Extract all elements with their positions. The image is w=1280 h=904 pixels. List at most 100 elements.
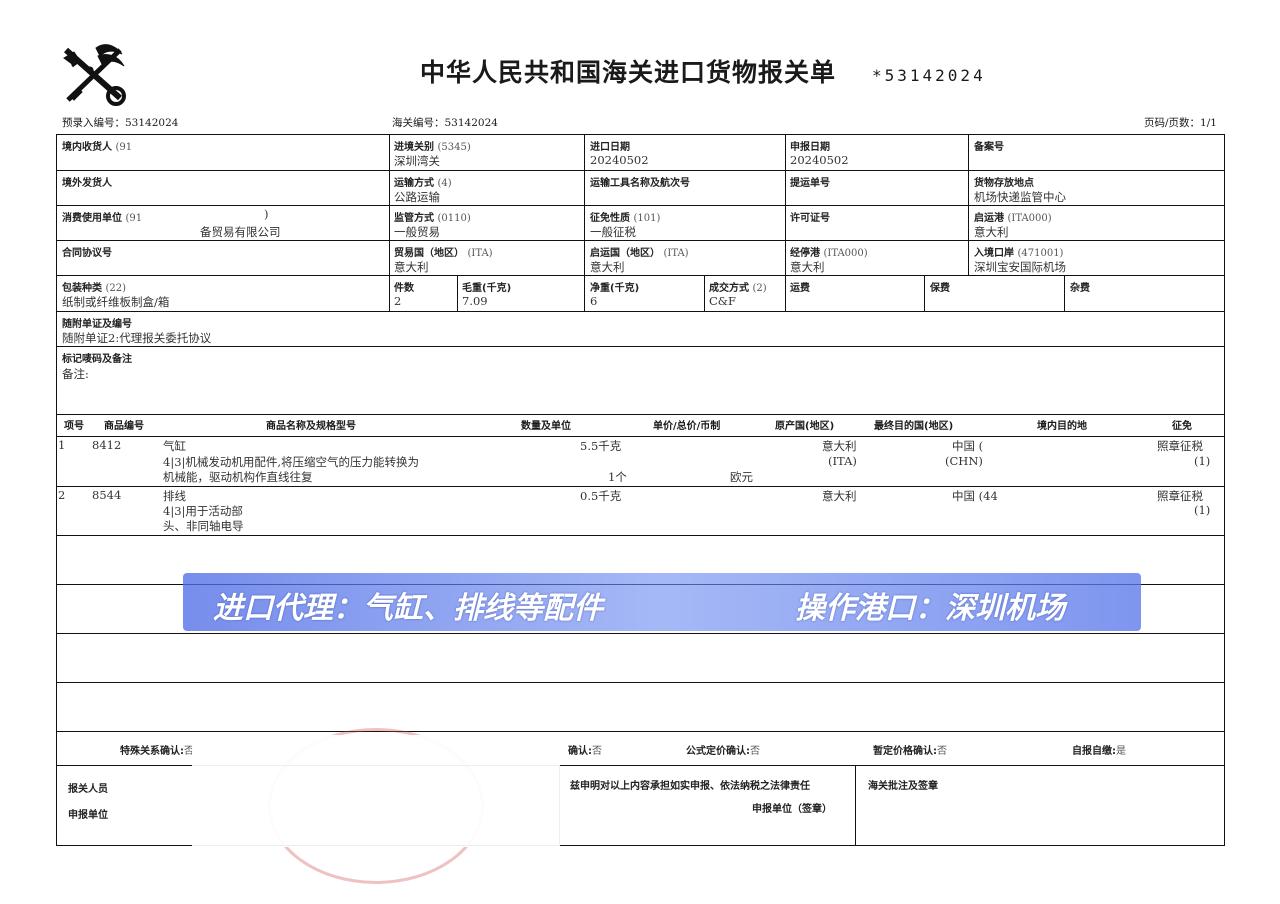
grid-line bbox=[56, 731, 1225, 732]
stop-port-label: 经停港 (ITA000) bbox=[790, 248, 868, 259]
formula-price-confirm: 公式定价确认:否 bbox=[686, 746, 760, 757]
departure-port-value: 意大利 bbox=[974, 225, 1009, 239]
grid-line bbox=[56, 134, 57, 845]
redaction-mask bbox=[270, 502, 460, 516]
levy-nature-value: 一般征税 bbox=[590, 225, 636, 239]
grid-line bbox=[56, 346, 1225, 347]
levy-nature-code: (101) bbox=[633, 213, 661, 224]
price-impact-value: 否 bbox=[592, 746, 602, 757]
grid-line bbox=[1224, 134, 1225, 845]
package-code: (22) bbox=[105, 283, 127, 294]
col-goods-name: 商品名称及规格型号 bbox=[266, 421, 356, 432]
license-label: 许可证号 bbox=[790, 213, 830, 224]
entry-frontier-value: 深圳宝安国际机场 bbox=[974, 260, 1066, 274]
grid-line bbox=[855, 765, 856, 845]
page-info: 页码/页数：1/1 bbox=[1144, 117, 1217, 129]
col-item-no: 项号 bbox=[64, 421, 84, 432]
goods-spec-cont: 头、非同轴电导 bbox=[163, 519, 244, 533]
vehicle-label: 运输工具名称及航次号 bbox=[590, 178, 690, 189]
deal-mode-value: C&F bbox=[709, 294, 737, 308]
promo-banner: 进口代理：气缸、排线等配件 操作港口：深圳机场 bbox=[183, 573, 1141, 631]
customs-approval-label: 海关批注及签章 bbox=[868, 781, 938, 792]
grid-line bbox=[1064, 275, 1065, 311]
origin-country: 意大利 bbox=[822, 439, 857, 453]
currency: 欧元 bbox=[730, 470, 753, 484]
col-origin: 原产国(地区) bbox=[775, 421, 835, 432]
deal-mode-code: (2) bbox=[752, 283, 767, 294]
banner-left-text: 进口代理：气缸、排线等配件 bbox=[213, 591, 603, 626]
origin-country-label: 启运国（地区） (ITA) bbox=[590, 248, 689, 259]
supervision-value: 一般贸易 bbox=[394, 225, 440, 239]
col-destination: 最终目的国(地区) bbox=[874, 421, 954, 432]
redaction-mask bbox=[258, 517, 558, 533]
stop-port-code: (ITA000) bbox=[823, 248, 868, 259]
goods-spec-cont: 机械能，驱动机构作直线往复 bbox=[163, 470, 313, 484]
supervision-code: (0110) bbox=[437, 213, 471, 224]
item-no: 2 bbox=[58, 488, 66, 502]
trade-country-value: 意大利 bbox=[394, 260, 429, 274]
trade-country-label: 贸易国（地区） (ITA) bbox=[394, 248, 493, 259]
quantity: 5.5千克 bbox=[580, 439, 622, 453]
entry-frontier-label: 入境口岸 (471001) bbox=[974, 248, 1064, 259]
customs-number: 海关编号：53142024 bbox=[392, 117, 498, 129]
redaction-mask bbox=[192, 735, 560, 847]
record-no-label: 备案号 bbox=[974, 142, 1004, 153]
self-declare-value: 是 bbox=[1116, 746, 1126, 757]
declaring-unit-label: 申报单位 bbox=[68, 810, 108, 821]
declare-date-label: 申报日期 bbox=[790, 142, 830, 153]
storage-label: 货物存放地点 bbox=[974, 178, 1034, 189]
dest-country: 中国 ( bbox=[952, 439, 984, 453]
customs-emblem-logo bbox=[63, 44, 126, 106]
origin-code: (ITA) bbox=[828, 454, 857, 468]
grid-line bbox=[56, 486, 1225, 487]
goods-name: 排线 bbox=[163, 489, 186, 503]
item-no: 1 bbox=[58, 438, 66, 452]
departure-port-code: (ITA000) bbox=[1007, 213, 1052, 224]
supervision-label: 监管方式 (0110) bbox=[394, 213, 471, 224]
entry-port-value: 深圳湾关 bbox=[394, 154, 440, 168]
legal-statement: 兹申明对以上内容承担如实申报、依法纳税之法律责任 bbox=[570, 781, 810, 792]
entry-frontier-code: (471001) bbox=[1017, 248, 1064, 259]
hs-code: 8544 bbox=[92, 488, 122, 502]
self-declare: 自报自缴:是 bbox=[1072, 746, 1126, 757]
grid-line bbox=[56, 275, 1225, 276]
consignee-label: 境内收货人 (91 bbox=[62, 142, 133, 153]
origin-country: 意大利 bbox=[822, 489, 857, 503]
col-price: 单价/总价/币制 bbox=[653, 421, 721, 432]
dest-code: (CHN) bbox=[945, 454, 983, 468]
grid-line bbox=[56, 682, 1225, 683]
barcode-text: *53142024 bbox=[872, 66, 986, 85]
col-quantity: 数量及单位 bbox=[521, 421, 571, 432]
origin-country-code: (ITA) bbox=[663, 248, 689, 259]
declarant-label: 报关人员 bbox=[68, 784, 108, 795]
transport-mode-code: (4) bbox=[437, 178, 452, 189]
provisional-price-value: 否 bbox=[937, 746, 947, 757]
docs-label: 随附单证及编号 bbox=[62, 319, 132, 330]
special-relation-confirm: 特殊关系确认:否 bbox=[120, 746, 194, 757]
gross-weight-value: 7.09 bbox=[462, 294, 488, 308]
import-date-label: 进口日期 bbox=[590, 142, 630, 153]
bill-label: 提运单号 bbox=[790, 178, 830, 189]
freight-label: 运费 bbox=[790, 283, 810, 294]
storage-value: 机场快递监管中心 bbox=[974, 190, 1066, 204]
grid-line bbox=[785, 134, 786, 311]
col-domestic-dest: 境内目的地 bbox=[1037, 421, 1087, 432]
entry-port-code: (5345) bbox=[437, 142, 471, 153]
goods-spec: 4|3|机械发动机用配件,将压缩空气的压力能转换为 bbox=[163, 455, 420, 469]
levy-mode: 照章征税 bbox=[1157, 439, 1203, 453]
stop-port-value: 意大利 bbox=[790, 260, 825, 274]
net-weight-value: 6 bbox=[590, 294, 598, 308]
grid-line bbox=[584, 134, 585, 311]
consumer-label: 消费使用单位 (91 bbox=[62, 213, 143, 224]
provisional-price-confirm: 暂定价格确认:否 bbox=[873, 746, 947, 757]
grid-line bbox=[56, 311, 1225, 312]
pieces-value: 2 bbox=[394, 294, 402, 308]
grid-line bbox=[56, 633, 1225, 634]
grid-line bbox=[704, 275, 705, 311]
trade-country-code: (ITA) bbox=[467, 248, 493, 259]
consumer-code: (91 bbox=[125, 213, 143, 224]
col-levy: 征免 bbox=[1172, 421, 1192, 432]
remarks-value: 备注: bbox=[62, 367, 89, 381]
levy-code: (1) bbox=[1194, 503, 1211, 517]
insurance-label: 保费 bbox=[930, 283, 950, 294]
